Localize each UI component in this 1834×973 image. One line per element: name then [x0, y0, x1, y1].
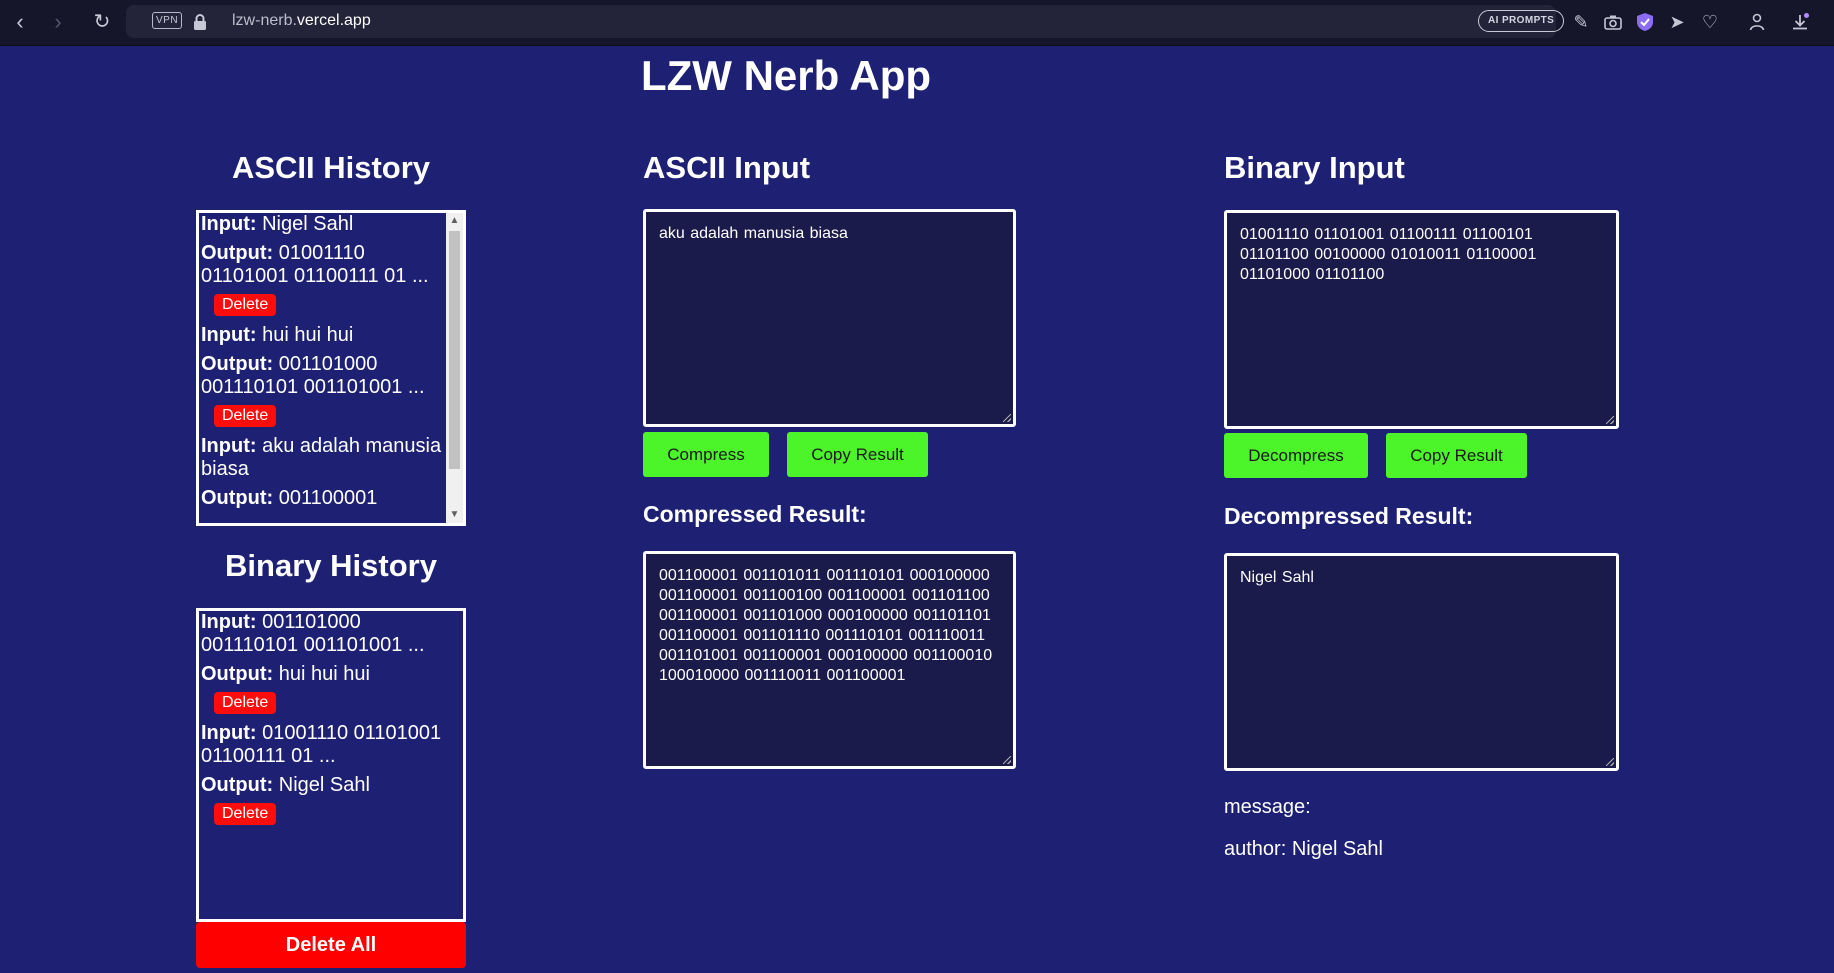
input-label: Input:: [201, 324, 257, 346]
output-value: hui hui hui: [278, 663, 370, 685]
ascii-input-field[interactable]: aku adalah manusia biasa: [643, 209, 1016, 427]
entry-input: Input: Nigel Sahl: [201, 213, 445, 236]
binary-history-entry: Input: 001101000 001110101 001101001 ...…: [201, 611, 463, 722]
ascii-history-entry: Input: aku adalah manusia biasa Output: …: [201, 435, 445, 510]
decompressed-result-title: Decompressed Result:: [1224, 503, 1474, 529]
page-title: LZW Nerb App: [640, 52, 932, 99]
ascii-history-entry: Input: Nigel Sahl Output: 01001110 01101…: [201, 213, 445, 324]
input-label: Input:: [201, 435, 257, 457]
heart-icon[interactable]: ♡: [1699, 11, 1721, 33]
url-domain: vercel.app: [296, 12, 371, 29]
browser-toolbar: ‹ › ↻ VPN lzw-nerb.vercel.app AI PROMPTS…: [0, 0, 1834, 46]
shield-icon[interactable]: [1634, 11, 1656, 33]
ai-prompts-button[interactable]: AI PROMPTS: [1478, 10, 1565, 32]
ascii-history-title: ASCII History: [231, 150, 431, 185]
output-label: Output:: [201, 242, 274, 264]
profile-icon[interactable]: [1746, 11, 1768, 33]
input-value: hui hui hui: [262, 324, 354, 346]
copy-result-button[interactable]: Copy Result: [1386, 433, 1527, 478]
binary-input-value: 01001110 01101001 01100111 01100101 0110…: [1240, 226, 1537, 283]
lock-icon: [194, 14, 206, 30]
message-text: message:: [1224, 796, 1311, 818]
entry-input: Input: aku adalah manusia biasa: [201, 435, 445, 481]
url-host: lzw-nerb.: [232, 12, 297, 29]
input-label: Input:: [201, 722, 257, 744]
delete-all-button[interactable]: Delete All: [196, 922, 466, 968]
camera-icon[interactable]: [1602, 11, 1624, 33]
back-icon[interactable]: ‹: [8, 10, 32, 34]
delete-button[interactable]: Delete: [214, 405, 277, 427]
copy-result-button[interactable]: Copy Result: [787, 432, 928, 477]
author-text: author: Nigel Sahl: [1224, 838, 1383, 860]
binary-history-entry: Input: 01001110 01101001 01100111 01 ...…: [201, 722, 463, 833]
scroll-down-icon[interactable]: ▼: [446, 507, 463, 523]
output-label: Output:: [201, 487, 274, 509]
binary-input-title: Binary Input: [1224, 150, 1405, 185]
resize-handle[interactable]: [1003, 756, 1011, 764]
resize-handle[interactable]: [1003, 414, 1011, 422]
delete-button[interactable]: Delete: [214, 803, 277, 825]
compressed-result-title: Compressed Result:: [643, 501, 867, 527]
delete-button[interactable]: Delete: [214, 294, 277, 316]
ascii-history-list[interactable]: Input: Nigel Sahl Output: 01001110 01101…: [196, 210, 466, 526]
entry-output: Output: 01001110 01101001 01100111 01 ..…: [201, 242, 445, 288]
input-label: Input:: [201, 611, 257, 633]
output-value: Nigel Sahl: [278, 774, 370, 796]
ascii-input-title: ASCII Input: [643, 150, 811, 185]
compressed-result-field[interactable]: 001100001 001101011 001110101 000100000 …: [643, 551, 1016, 769]
entry-output: Output: 001100001: [201, 487, 445, 510]
edit-icon[interactable]: ✎: [1570, 11, 1592, 33]
download-icon[interactable]: [1789, 11, 1811, 33]
send-icon[interactable]: ➤: [1666, 11, 1688, 33]
input-label: Input:: [201, 213, 257, 235]
ascii-input-value: aku adalah manusia biasa: [659, 225, 848, 242]
input-value: Nigel Sahl: [262, 213, 354, 235]
resize-handle[interactable]: [1606, 758, 1614, 766]
decompress-button[interactable]: Decompress: [1224, 433, 1368, 478]
reload-icon[interactable]: ↻: [90, 10, 114, 34]
binary-history-list[interactable]: Input: 001101000 001110101 001101001 ...…: [196, 608, 466, 922]
address-bar[interactable]: VPN lzw-nerb.vercel.app: [126, 5, 1556, 38]
resize-handle[interactable]: [1606, 416, 1614, 424]
binary-input-field[interactable]: 01001110 01101001 01100111 01100101 0110…: [1224, 210, 1619, 429]
entry-input: Input: hui hui hui: [201, 324, 445, 347]
compressed-result-value: 001100001 001101011 001110101 000100000 …: [659, 567, 993, 684]
decompressed-result-value: Nigel Sahl: [1240, 569, 1314, 586]
compress-button[interactable]: Compress: [643, 432, 769, 477]
forward-icon[interactable]: ›: [46, 10, 70, 34]
delete-button[interactable]: Delete: [214, 692, 277, 714]
output-label: Output:: [201, 353, 274, 375]
url-text[interactable]: lzw-nerb.vercel.app: [232, 12, 371, 30]
entry-output: Output: hui hui hui: [201, 663, 463, 686]
vpn-badge[interactable]: VPN: [152, 12, 183, 29]
scroll-up-icon[interactable]: ▲: [446, 213, 463, 229]
decompressed-result-field[interactable]: Nigel Sahl: [1224, 553, 1619, 771]
scrollbar[interactable]: ▲ ▼: [446, 213, 463, 523]
ascii-history-entry: Input: hui hui hui Output: 001101000 001…: [201, 324, 445, 435]
scrollbar-thumb[interactable]: [449, 231, 460, 469]
output-label: Output:: [201, 774, 274, 796]
output-label: Output:: [201, 663, 274, 685]
entry-output: Output: 001101000 001110101 001101001 ..…: [201, 353, 445, 399]
output-value: 001100001: [278, 487, 378, 509]
entry-output: Output: Nigel Sahl: [201, 774, 463, 797]
entry-input: Input: 01001110 01101001 01100111 01 ...: [201, 722, 463, 768]
entry-input: Input: 001101000 001110101 001101001 ...: [201, 611, 463, 657]
binary-history-title: Binary History: [225, 548, 437, 583]
